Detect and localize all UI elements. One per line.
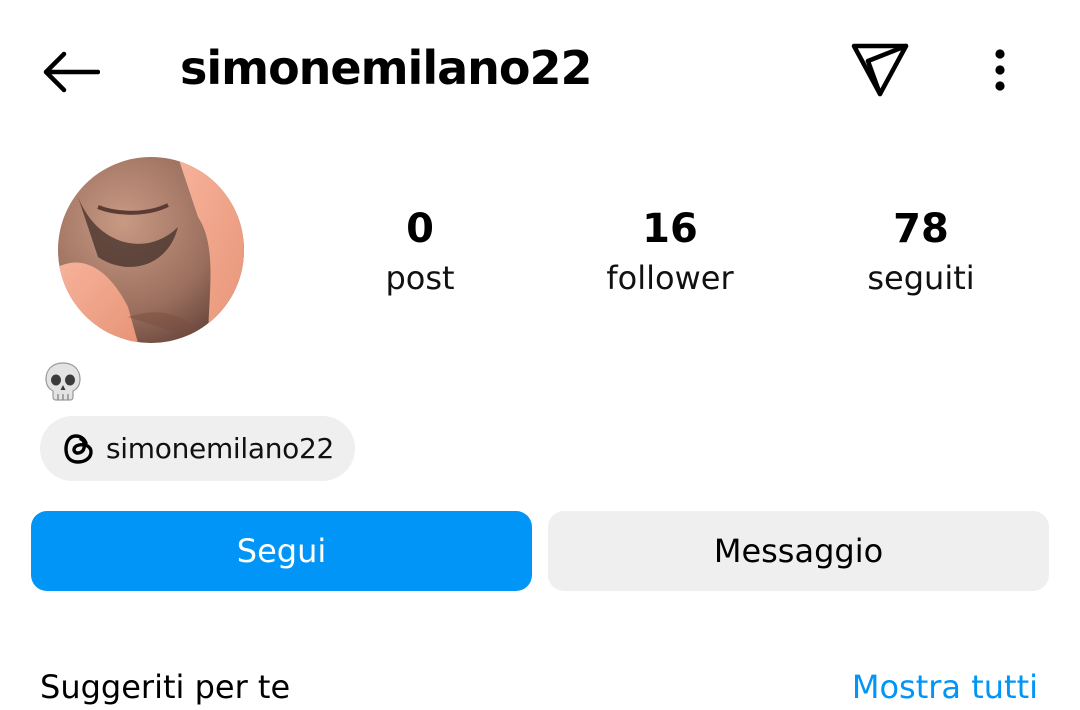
profile-header: simonemilano22 [0, 0, 1080, 140]
followers-label: follower [606, 259, 734, 297]
paper-plane-icon [851, 43, 909, 97]
followers-stat[interactable]: 16 follower [550, 198, 790, 300]
suggested-title: Suggeriti per te [40, 668, 291, 706]
posts-stat[interactable]: 0 post [300, 198, 540, 300]
follow-button[interactable]: Segui [31, 511, 532, 591]
threads-link-chip[interactable]: simonemilano22 [40, 416, 355, 481]
following-count: 78 [893, 206, 949, 252]
more-options-button[interactable] [978, 40, 1022, 100]
message-button[interactable]: Messaggio [548, 511, 1049, 591]
threads-username: simonemilano22 [106, 432, 335, 465]
suggested-header: Suggeriti per te Mostra tutti [0, 664, 1080, 706]
show-all-link[interactable]: Mostra tutti [852, 664, 1038, 710]
threads-icon [64, 433, 93, 464]
more-vertical-icon [995, 49, 1005, 91]
posts-label: post [385, 259, 455, 297]
back-button[interactable] [36, 44, 104, 100]
send-button[interactable] [846, 38, 914, 102]
following-label: seguiti [867, 259, 975, 297]
followers-count: 16 [642, 206, 698, 252]
posts-count: 0 [406, 206, 434, 252]
following-stat[interactable]: 78 seguiti [801, 198, 1041, 300]
avatar[interactable] [58, 157, 244, 343]
arrow-left-icon [43, 51, 100, 93]
page-title: simonemilano22 [180, 41, 592, 95]
skull-emoji-icon [42, 360, 84, 402]
